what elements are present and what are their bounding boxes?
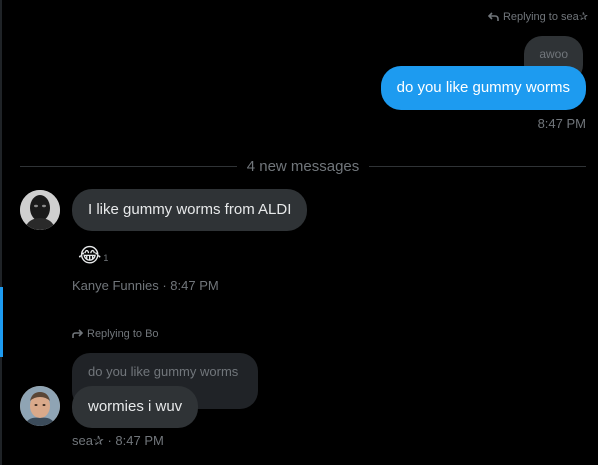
reaction-count: 1: [103, 253, 109, 263]
avatar-image: [20, 386, 60, 426]
avatar-image: [20, 190, 60, 230]
scroll-indicator[interactable]: [0, 287, 3, 357]
outgoing-timestamp: 8:47 PM: [537, 116, 586, 131]
new-messages-divider: 4 new messages: [20, 158, 586, 175]
incoming-message-bubble[interactable]: I like gummy worms from ALDI: [72, 189, 308, 231]
reply-arrow-icon: [72, 329, 83, 339]
reaction-badge[interactable]: 😂 1: [78, 245, 108, 267]
replying-to-header: Replying to Bo: [72, 328, 159, 340]
sender-meta: sea✰ · 8:47 PM: [72, 433, 164, 448]
quoted-message-text: awoo: [539, 47, 568, 61]
new-messages-label: 4 new messages: [246, 158, 360, 175]
incoming-message-text: wormies i wuv: [88, 398, 183, 415]
reply-arrow-icon: [487, 11, 499, 22]
outgoing-message-text: do you like gummy worms: [396, 79, 570, 96]
quoted-message-text: do you like gummy worms: [88, 364, 239, 379]
outgoing-message-bubble[interactable]: do you like gummy worms: [380, 66, 586, 110]
sender-meta: Kanye Funnies · 8:47 PM: [72, 278, 219, 293]
laughing-emoji-icon: 😂: [78, 245, 102, 267]
replying-to-label: Replying to Bo: [87, 328, 159, 340]
conversation-left-rule: [0, 0, 2, 465]
divider-line-right: [369, 166, 586, 167]
incoming-message-text: I like gummy worms from ALDI: [88, 201, 292, 218]
replying-to-header: Replying to sea✰: [487, 10, 588, 23]
avatar[interactable]: [20, 386, 60, 426]
avatar[interactable]: [20, 190, 60, 230]
incoming-message-bubble[interactable]: wormies i wuv: [72, 386, 199, 428]
replying-to-label: Replying to sea✰: [502, 11, 588, 23]
divider-line-left: [20, 166, 237, 167]
